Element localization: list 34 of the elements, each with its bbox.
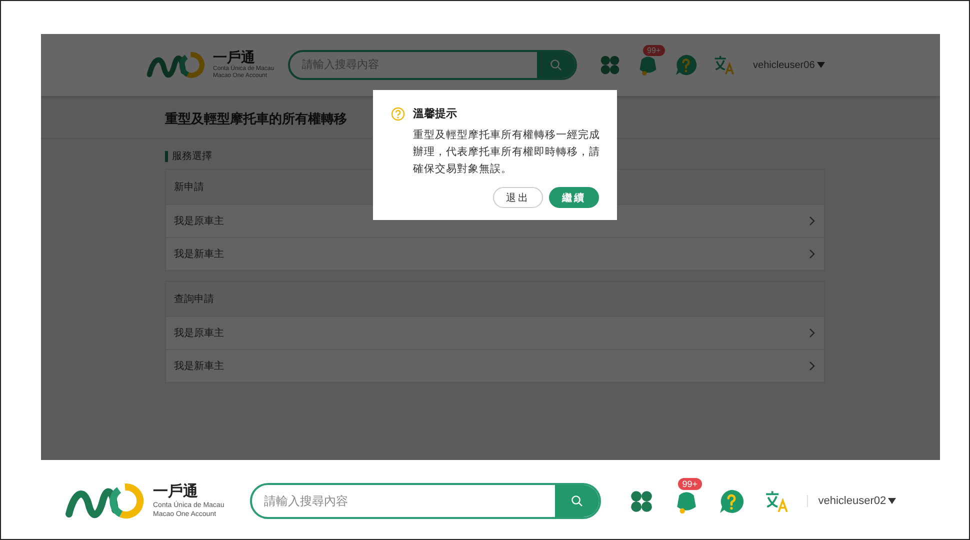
service-item[interactable]: 我是原車主 xyxy=(166,316,824,349)
continue-button[interactable]: 繼續 xyxy=(549,187,599,208)
service-item[interactable]: 我是新車主 xyxy=(166,237,824,270)
apps-icon[interactable] xyxy=(629,488,654,514)
dialog-title: 溫馨提示 xyxy=(413,106,457,121)
chevron-icon xyxy=(808,361,816,371)
chevron-icon xyxy=(808,216,816,226)
search-icon xyxy=(550,59,562,71)
search-bar[interactable]: 請輸入搜尋內容 xyxy=(250,483,602,519)
search-button[interactable] xyxy=(537,52,576,78)
translate-icon[interactable] xyxy=(764,488,790,514)
page-title: 重型及輕型摩托車的所有權轉移 xyxy=(165,111,347,126)
exit-button[interactable]: 退出 xyxy=(493,187,543,208)
caret-icon xyxy=(888,498,896,504)
group-heading: 查詢申請 xyxy=(166,282,824,316)
notification-badge: 99+ xyxy=(643,45,665,56)
logo-title: 一戶通 xyxy=(213,48,256,65)
help-icon[interactable] xyxy=(719,488,744,514)
apps-icon[interactable] xyxy=(599,54,622,76)
user-menu[interactable]: vehicleuser06 xyxy=(753,60,825,70)
service-item[interactable]: 我是新車主 xyxy=(166,349,824,382)
section-label: 服務選擇 xyxy=(172,150,212,163)
chevron-icon xyxy=(808,328,816,338)
logo-title: 一戶通 xyxy=(153,482,199,500)
translate-icon[interactable] xyxy=(713,54,736,76)
help-icon[interactable] xyxy=(675,54,698,76)
search-icon xyxy=(571,495,584,507)
chevron-icon xyxy=(808,249,816,259)
search-button[interactable] xyxy=(555,485,600,517)
notification-badge: 99+ xyxy=(678,478,702,490)
caret-icon xyxy=(816,62,825,68)
search-field[interactable]: 請輸入搜尋內容 xyxy=(252,485,556,517)
question-icon xyxy=(391,106,405,120)
user-menu[interactable]: vehicleuser02 xyxy=(807,495,896,507)
